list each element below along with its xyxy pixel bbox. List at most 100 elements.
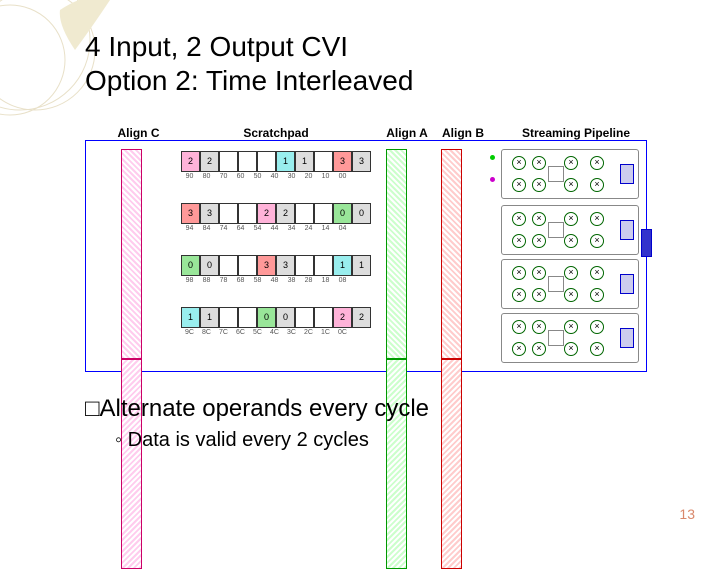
scratch-addr: 68 <box>232 277 249 284</box>
scratch-addr: 64 <box>232 225 249 232</box>
scratch-addr: 18 <box>317 277 334 284</box>
multiplier-icon: × <box>532 342 546 356</box>
slide-title: 4 Input, 2 Output CVI Option 2: Time Int… <box>85 30 413 97</box>
scratch-cell <box>295 307 314 328</box>
scratch-cell <box>314 151 333 172</box>
multiplier-icon: × <box>532 288 546 302</box>
scratch-addr: 48 <box>266 277 283 284</box>
multiplier-icon: × <box>532 212 546 226</box>
multiplier-icon: × <box>590 212 604 226</box>
scratch-addr: 90 <box>181 173 198 180</box>
scratch-cell <box>314 255 333 276</box>
multiplier-icon: × <box>564 212 578 226</box>
header-alignc: Align C <box>111 126 166 140</box>
scratch-cell <box>295 203 314 224</box>
bullet-2: ◦ Data is valid every 2 cycles <box>115 429 429 452</box>
scratch-addr: 30 <box>283 173 300 180</box>
multiplier-icon: × <box>590 342 604 356</box>
scratch-addr: 20 <box>300 173 317 180</box>
scratchpad-row-1: 22113390807060504030201000 <box>181 151 371 193</box>
scratch-cell: 2 <box>181 151 200 172</box>
scratch-addr: 10 <box>317 173 334 180</box>
stage-buffer <box>548 276 564 292</box>
scratch-addr: 94 <box>181 225 198 232</box>
adder-block <box>620 328 634 348</box>
scratchpad-row-3: 00331198887868584838281808 <box>181 255 371 297</box>
scratch-addr: 24 <box>300 225 317 232</box>
multiplier-icon: × <box>512 234 526 248</box>
align-c-block <box>121 149 159 357</box>
scratch-addr: 34 <box>283 225 300 232</box>
input-dot-magenta <box>490 177 495 182</box>
scratch-addr: 3C <box>283 329 300 336</box>
multiplier-icon: × <box>564 178 578 192</box>
scratch-addr: 38 <box>283 277 300 284</box>
scratch-addr: 6C <box>232 329 249 336</box>
multiplier-icon: × <box>512 266 526 280</box>
multiplier-icon: × <box>564 156 578 170</box>
scratch-addr: 78 <box>215 277 232 284</box>
title-line2: Option 2: Time Interleaved <box>85 65 413 96</box>
input-dot-green <box>490 155 495 160</box>
multiplier-icon: × <box>590 156 604 170</box>
pipeline-stage-3: ×××××××× <box>501 259 639 309</box>
scratch-cell: 3 <box>333 151 352 172</box>
scratch-cell <box>238 203 257 224</box>
adder-block <box>620 274 634 294</box>
scratch-addr: 74 <box>215 225 232 232</box>
streaming-pipeline: ×××××××× ×××××××× ×××××××× ×××××××× <box>501 147 639 361</box>
multiplier-icon: × <box>564 288 578 302</box>
scratch-cell <box>257 151 276 172</box>
page-number: 13 <box>679 506 695 522</box>
scratch-addr: 1C <box>317 329 334 336</box>
title-line1: 4 Input, 2 Output CVI <box>85 31 348 62</box>
multiplier-icon: × <box>512 178 526 192</box>
scratch-cell <box>219 255 238 276</box>
multiplier-icon: × <box>590 266 604 280</box>
multiplier-icon: × <box>512 288 526 302</box>
scratch-cell: 1 <box>276 151 295 172</box>
scratch-cell: 1 <box>200 307 219 328</box>
multiplier-icon: × <box>564 234 578 248</box>
multiplier-icon: × <box>564 266 578 280</box>
scratch-addr: 58 <box>249 277 266 284</box>
scratch-cell: 0 <box>333 203 352 224</box>
scratch-addr: 14 <box>317 225 334 232</box>
scratch-cell: 3 <box>352 151 371 172</box>
scratch-cell: 1 <box>352 255 371 276</box>
pipeline-stage-2: ×××××××× <box>501 205 639 255</box>
scratch-cell: 2 <box>257 203 276 224</box>
multiplier-icon: × <box>512 212 526 226</box>
scratch-addr: 0C <box>334 329 351 336</box>
output-block <box>641 229 652 257</box>
scratch-cell <box>238 255 257 276</box>
scratch-addr: 5C <box>249 329 266 336</box>
align-a-block <box>386 149 424 357</box>
scratch-cell: 1 <box>333 255 352 276</box>
multiplier-icon: × <box>512 156 526 170</box>
scratch-addr: 28 <box>300 277 317 284</box>
scratch-addr: 88 <box>198 277 215 284</box>
scratch-cell <box>219 151 238 172</box>
scratch-cell: 2 <box>352 307 371 328</box>
multiplier-icon: × <box>532 266 546 280</box>
scratch-addr: 4C <box>266 329 283 336</box>
scratch-addr: 7C <box>215 329 232 336</box>
scratch-addr: 04 <box>334 225 351 232</box>
scratch-cell: 2 <box>333 307 352 328</box>
scratch-cell <box>238 151 257 172</box>
multiplier-icon: × <box>564 320 578 334</box>
scratch-cell <box>314 307 333 328</box>
multiplier-icon: × <box>590 320 604 334</box>
scratch-addr: 00 <box>334 173 351 180</box>
multiplier-icon: × <box>532 178 546 192</box>
bullet-list: □Alternate operands every cycle ◦ Data i… <box>85 395 429 452</box>
scratch-addr: 84 <box>198 225 215 232</box>
scratch-addr: 50 <box>249 173 266 180</box>
scratch-addr: 9C <box>181 329 198 336</box>
pipeline-stage-4: ×××××××× <box>501 313 639 363</box>
header-scratchpad: Scratchpad <box>216 126 336 140</box>
scratch-cell <box>219 203 238 224</box>
scratch-addr: 44 <box>266 225 283 232</box>
multiplier-icon: × <box>564 342 578 356</box>
